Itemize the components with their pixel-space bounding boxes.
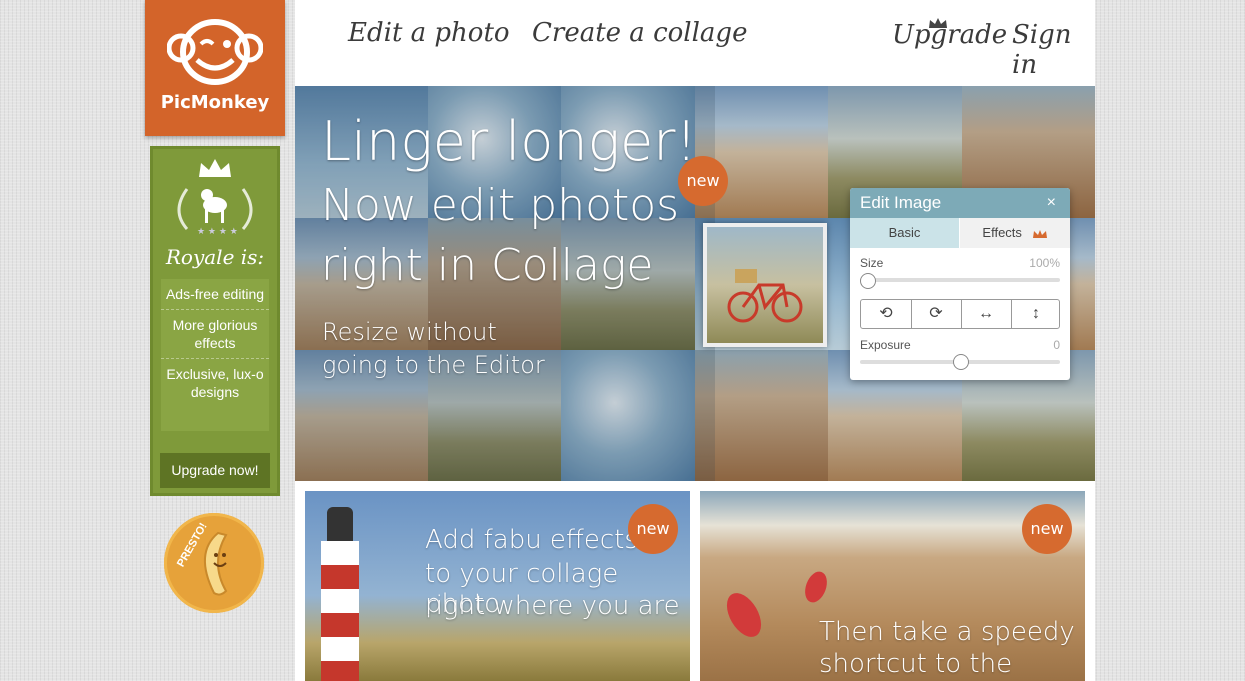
monkey-laurel-icon: ★ ★ ★ ★ [177,188,253,235]
collage-tile [695,350,829,481]
exposure-value: 0 [1053,338,1060,352]
svg-text:★ ★ ★ ★: ★ ★ ★ ★ [197,227,238,235]
exposure-label: Exposure [860,338,911,352]
flip-horizontal-icon[interactable]: ↔ [961,300,1012,328]
monkey-face-icon [167,19,263,85]
promo-card-effects[interactable]: Add fabu effects to your collage photo r… [305,491,690,681]
exposure-slider-handle[interactable] [953,354,969,370]
crown-icon [929,18,947,28]
royale-title: Royale is: [165,245,265,269]
panel-title: Edit Image [860,193,942,212]
panel-header: Edit Image × [850,188,1070,218]
nav-sign-in[interactable]: Sign in [1012,20,1095,80]
size-slider-handle[interactable] [860,273,876,289]
hero-sub-2: going to the Editor [322,351,545,379]
picmonkey-logo[interactable]: PicMonkey [145,0,285,136]
size-value: 100% [1029,256,1060,270]
hero-headline-2: Now edit photos [321,180,680,231]
new-badge: new [628,504,678,554]
card2-line-2: shortcut to the Editor [819,649,1013,681]
hero-headline-3: right in Collage [321,240,654,291]
crown-icon [199,159,231,177]
perk-item: More glorious effects [161,310,269,359]
nav-upgrade[interactable]: Upgrade [892,20,1007,50]
rotate-right-icon[interactable]: ⟳ [911,300,962,328]
rotate-left-icon[interactable]: ⟲ [861,300,912,328]
hero-sub-1: Resize without [322,318,497,346]
perk-item: Exclusive, lux-o designs [166,366,264,400]
size-label: Size [860,256,884,270]
perk-item: Ads-free editing [161,279,269,310]
selected-collage-photo[interactable] [703,223,827,347]
presto-badge[interactable]: PRESTO! [164,513,264,613]
bicycle-icon [727,269,803,323]
flip-vertical-icon[interactable]: ↕ [1011,300,1059,328]
hero-headline-1: Linger longer! [321,110,698,173]
close-icon[interactable]: × [1047,188,1056,218]
nav-edit-photo[interactable]: Edit a photo [348,18,510,48]
card1-line-3: right where you are [425,591,680,621]
new-badge: new [678,156,728,206]
royale-ribbon: ★ ★ ★ ★ Royale is: Ads-free editing More… [150,146,280,496]
edit-image-panel: Edit Image × Basic Effects Size 100% ⟲ ⟳… [850,188,1070,380]
card1-line-1: Add fabu effects [425,525,638,555]
royale-perks: Ads-free editing More glorious effects E… [161,279,269,431]
upgrade-now-button[interactable]: Upgrade now! [160,453,270,488]
tab-effects-label: Effects [982,225,1022,240]
crown-icon [1032,229,1047,238]
nav-create-collage[interactable]: Create a collage [532,18,747,48]
tab-basic[interactable]: Basic [850,218,959,248]
card2-line-1: Then take a speedy [819,617,1075,647]
size-slider[interactable] [860,278,1060,282]
transform-toolbar: ⟲ ⟳ ↔ ↕ [860,299,1060,329]
promo-card-shortcut[interactable]: Then take a speedy shortcut to the Edito… [700,491,1085,681]
new-badge: new [1022,504,1072,554]
tab-effects[interactable]: Effects [960,218,1070,248]
banana-mascot-icon [203,531,228,596]
logo-wordmark: PicMonkey [160,92,270,113]
lighthouse-icon [321,507,359,681]
